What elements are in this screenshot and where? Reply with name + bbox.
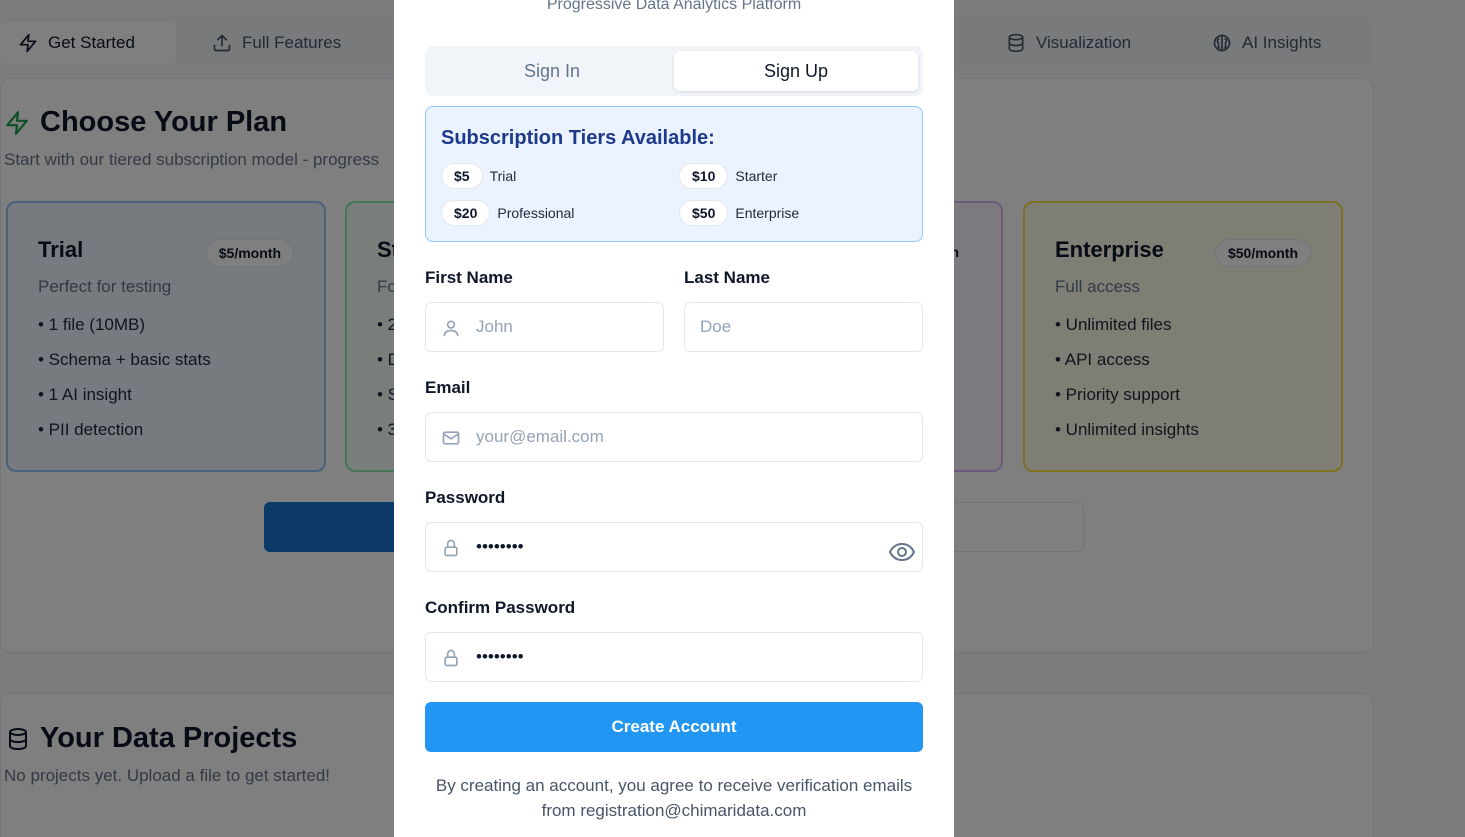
terms-text: By creating an account, you agree to rec… bbox=[435, 776, 913, 820]
lock-icon bbox=[444, 649, 458, 667]
tier-price: $50 bbox=[679, 200, 729, 226]
last-name-label: Last Name bbox=[684, 268, 770, 287]
tiers-heading: Subscription Tiers Available: bbox=[441, 127, 715, 149]
tab-sign-in[interactable]: Sign In bbox=[430, 51, 674, 91]
first-name-input[interactable] bbox=[426, 303, 663, 351]
last-name-input[interactable] bbox=[685, 303, 922, 351]
modal-subtitle: Progressive Data Analytics Platform bbox=[546, 0, 802, 13]
email-label: Email bbox=[425, 378, 471, 397]
email-input[interactable] bbox=[426, 413, 922, 461]
lock-icon bbox=[444, 539, 458, 557]
tier-name: Professional bbox=[497, 205, 575, 221]
user-icon bbox=[443, 320, 459, 337]
first-name-field bbox=[425, 302, 664, 352]
tier-item: $5 Trial bbox=[441, 163, 516, 189]
tier-item: $20 Professional bbox=[441, 200, 574, 226]
tier-name: Starter bbox=[735, 168, 778, 184]
mail-icon bbox=[442, 431, 460, 445]
tab-sign-up[interactable]: Sign Up bbox=[674, 51, 918, 91]
password-input[interactable] bbox=[426, 523, 922, 571]
auth-modal: Progressive Data Analytics Platform Sign… bbox=[394, 0, 954, 837]
auth-tabs: Sign In Sign Up bbox=[425, 46, 923, 96]
password-label: Password bbox=[425, 488, 506, 507]
confirm-password-input[interactable] bbox=[426, 633, 922, 681]
tier-price: $20 bbox=[441, 200, 491, 226]
create-account-button[interactable]: Create Account bbox=[425, 702, 923, 752]
email-field bbox=[425, 412, 923, 462]
tier-price: $5 bbox=[441, 163, 483, 189]
confirm-password-field bbox=[425, 632, 923, 682]
first-name-label: First Name bbox=[425, 268, 513, 287]
tier-name: Enterprise bbox=[735, 205, 800, 221]
subscription-tiers-box: Subscription Tiers Available: $5 Trial $… bbox=[425, 106, 923, 242]
eye-icon[interactable] bbox=[888, 540, 916, 564]
last-name-field bbox=[684, 302, 923, 352]
tier-item: $50 Enterprise bbox=[679, 200, 799, 226]
tier-price: $10 bbox=[679, 163, 729, 189]
password-field bbox=[425, 522, 923, 572]
tier-item: $10 Starter bbox=[679, 163, 777, 189]
tier-name: Trial bbox=[489, 168, 517, 184]
confirm-password-label: Confirm Password bbox=[425, 598, 576, 617]
